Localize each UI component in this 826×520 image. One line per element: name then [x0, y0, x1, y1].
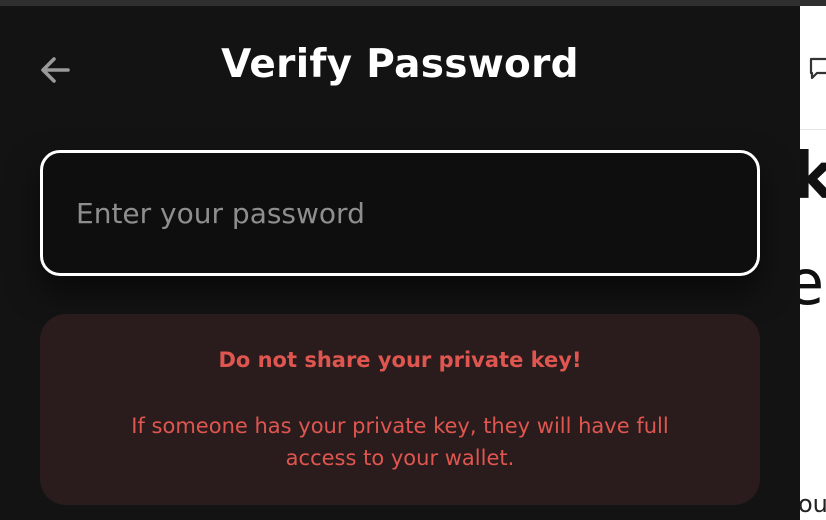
- background-text-fragment: e: [800, 246, 825, 319]
- password-field[interactable]: [40, 150, 760, 276]
- warning-title: Do not share your private key!: [218, 348, 582, 372]
- background-page-edge: k e ou: [800, 6, 826, 520]
- verify-password-panel: Verify Password Do not share your privat…: [0, 6, 800, 520]
- background-text-fragment: k: [800, 140, 826, 214]
- private-key-warning: Do not share your private key! If someon…: [40, 314, 760, 505]
- chat-bubble-icon[interactable]: [808, 56, 826, 87]
- page-title: Verify Password: [221, 42, 579, 87]
- warning-body: If someone has your private key, they wi…: [131, 414, 669, 470]
- divider: [800, 129, 826, 130]
- background-text-fragment: ou: [800, 490, 826, 518]
- password-input[interactable]: [43, 153, 757, 273]
